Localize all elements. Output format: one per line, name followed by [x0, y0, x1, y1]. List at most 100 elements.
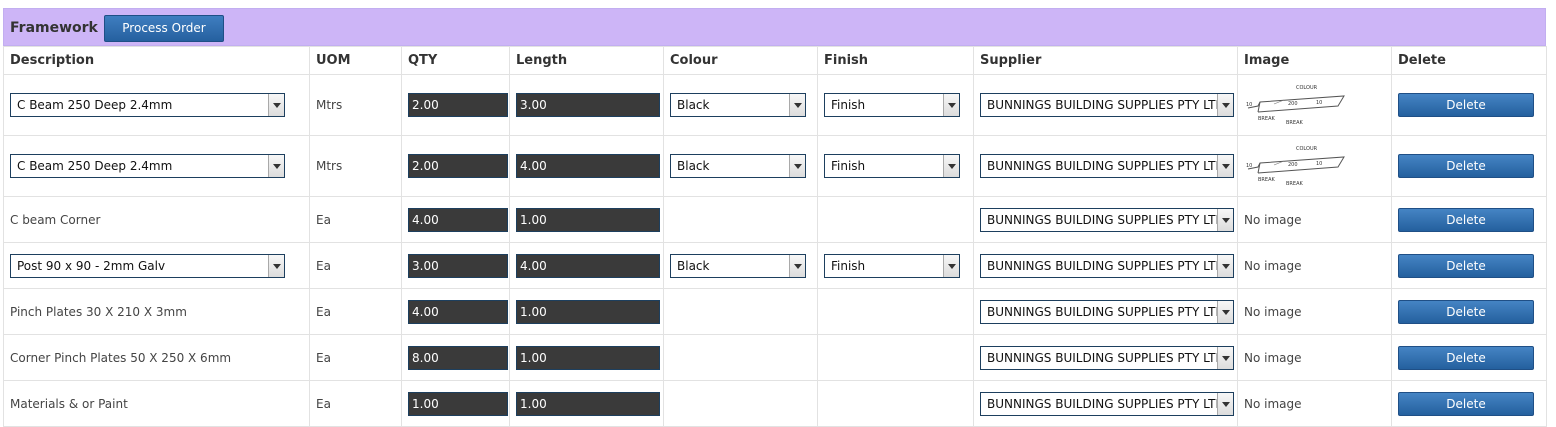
- svg-text:BREAK: BREAK: [1258, 177, 1275, 183]
- qty-input[interactable]: 4.00: [408, 207, 508, 232]
- svg-text:BREAK: BREAK: [1286, 181, 1303, 187]
- supplier-select[interactable]: BUNNINGS BUILDING SUPPLIES PTY LTD: [980, 207, 1234, 232]
- length-input[interactable]: 3.00: [516, 93, 660, 117]
- chevron-down-icon[interactable]: [943, 94, 959, 116]
- flashing-profile-image: COLOUR 200 10 10 BREAK BREAK: [1246, 146, 1345, 187]
- svg-text:BREAK: BREAK: [1258, 116, 1275, 122]
- finish-cell-empty: [817, 380, 974, 427]
- col-length: Length: [509, 46, 664, 75]
- table-row: Corner Pinch Plates 50 X 250 X 6mm Ea 8.…: [3, 334, 1547, 381]
- description-select[interactable]: C Beam 250 Deep 2.4mm: [10, 154, 285, 178]
- colour-select[interactable]: Black: [670, 154, 806, 178]
- svg-text:COLOUR: COLOUR: [1296, 146, 1318, 152]
- table-row: C Beam 250 Deep 2.4mm Mtrs 2.00 3.00 Bla…: [3, 74, 1547, 136]
- svg-text:10: 10: [1316, 100, 1322, 106]
- chevron-down-icon[interactable]: [1217, 254, 1233, 277]
- description-select[interactable]: C Beam 250 Deep 2.4mm: [10, 93, 285, 117]
- chevron-down-icon[interactable]: [1217, 392, 1233, 415]
- length-input[interactable]: 4.00: [516, 154, 660, 178]
- uom-value: Mtrs: [316, 159, 343, 173]
- finish-cell-empty: [817, 334, 974, 381]
- delete-button[interactable]: Delete: [1398, 345, 1534, 370]
- supplier-select[interactable]: BUNNINGS BUILDING SUPPLIES PTY LTD: [980, 253, 1234, 278]
- colour-select[interactable]: Black: [670, 253, 806, 278]
- delete-button[interactable]: Delete: [1398, 93, 1534, 117]
- description-text: Corner Pinch Plates 50 X 250 X 6mm: [10, 350, 232, 365]
- delete-button[interactable]: Delete: [1398, 207, 1534, 232]
- finish-select[interactable]: Finish: [824, 154, 960, 178]
- chevron-down-icon[interactable]: [1217, 346, 1233, 369]
- qty-input[interactable]: 8.00: [408, 345, 508, 370]
- qty-input[interactable]: 4.00: [408, 299, 508, 324]
- panel-title: Framework: [10, 20, 98, 36]
- length-input[interactable]: 1.00: [516, 299, 660, 324]
- chevron-down-icon[interactable]: [789, 155, 805, 177]
- chevron-down-icon[interactable]: [943, 155, 959, 177]
- qty-input[interactable]: 2.00: [408, 93, 508, 117]
- finish-cell-empty: [817, 288, 974, 335]
- description-text: Materials & or Paint: [10, 396, 128, 411]
- order-table: Description UOM QTY Length Colour Finish…: [3, 46, 1547, 427]
- svg-text:COLOUR: COLOUR: [1296, 85, 1318, 91]
- chevron-down-icon[interactable]: [268, 155, 284, 177]
- qty-input[interactable]: 2.00: [408, 154, 508, 178]
- supplier-select[interactable]: BUNNINGS BUILDING SUPPLIES PTY LTD: [980, 154, 1234, 178]
- no-image-text: No image: [1244, 212, 1302, 227]
- colour-cell-empty: [663, 196, 818, 243]
- chevron-down-icon[interactable]: [1217, 94, 1233, 116]
- chevron-down-icon[interactable]: [789, 254, 805, 277]
- chevron-down-icon[interactable]: [268, 94, 284, 116]
- process-order-button[interactable]: Process Order: [104, 15, 224, 42]
- flashing-profile-image: COLOUR 200 10 10 BREAK BREAK: [1246, 85, 1345, 126]
- no-image-text: No image: [1244, 396, 1302, 411]
- table-row: Pinch Plates 30 X 210 X 3mm Ea 4.00 1.00…: [3, 288, 1547, 335]
- chevron-down-icon[interactable]: [1217, 208, 1233, 231]
- description-text: C beam Corner: [10, 212, 101, 227]
- delete-button[interactable]: Delete: [1398, 299, 1534, 324]
- finish-select[interactable]: Finish: [824, 93, 960, 117]
- col-colour: Colour: [663, 46, 818, 75]
- col-finish: Finish: [817, 46, 974, 75]
- qty-input[interactable]: 3.00: [408, 253, 508, 278]
- panel-header: Framework Process Order: [3, 8, 1546, 46]
- no-image-text: No image: [1244, 350, 1302, 365]
- uom-value: Ea: [316, 258, 331, 273]
- delete-button[interactable]: Delete: [1398, 154, 1534, 178]
- supplier-select[interactable]: BUNNINGS BUILDING SUPPLIES PTY LTD: [980, 93, 1234, 117]
- finish-select[interactable]: Finish: [824, 253, 960, 278]
- length-input[interactable]: 4.00: [516, 253, 660, 278]
- uom-value: Ea: [316, 212, 331, 227]
- colour-select[interactable]: Black: [670, 93, 806, 117]
- table-row: C beam Corner Ea 4.00 1.00 BUNNINGS BUIL…: [3, 196, 1547, 243]
- col-qty: QTY: [401, 46, 510, 75]
- delete-button[interactable]: Delete: [1398, 253, 1534, 278]
- no-image-text: No image: [1244, 304, 1302, 319]
- table-row: C Beam 250 Deep 2.4mm Mtrs 2.00 4.00 Bla…: [3, 135, 1547, 197]
- chevron-down-icon[interactable]: [268, 254, 284, 277]
- chevron-down-icon[interactable]: [943, 254, 959, 277]
- colour-cell-empty: [663, 380, 818, 427]
- finish-cell-empty: [817, 196, 974, 243]
- col-supplier: Supplier: [973, 46, 1238, 75]
- chevron-down-icon[interactable]: [789, 94, 805, 116]
- chevron-down-icon[interactable]: [1217, 300, 1233, 323]
- uom-value: Mtrs: [316, 98, 343, 112]
- description-select[interactable]: Post 90 x 90 - 2mm Galv: [10, 253, 285, 278]
- length-input[interactable]: 1.00: [516, 207, 660, 232]
- supplier-select[interactable]: BUNNINGS BUILDING SUPPLIES PTY LTD: [980, 391, 1234, 416]
- chevron-down-icon[interactable]: [1217, 155, 1233, 177]
- svg-text:10: 10: [1246, 102, 1252, 108]
- table-row: Materials & or Paint Ea 1.00 1.00 BUNNIN…: [3, 380, 1547, 427]
- svg-text:200: 200: [1288, 101, 1298, 107]
- supplier-select[interactable]: BUNNINGS BUILDING SUPPLIES PTY LTD: [980, 345, 1234, 370]
- header-row: Description UOM QTY Length Colour Finish…: [3, 46, 1547, 75]
- length-input[interactable]: 1.00: [516, 345, 660, 370]
- no-image-text: No image: [1244, 258, 1302, 273]
- delete-button[interactable]: Delete: [1398, 391, 1534, 416]
- col-uom: UOM: [309, 46, 402, 75]
- uom-value: Ea: [316, 396, 331, 411]
- length-input[interactable]: 1.00: [516, 391, 660, 416]
- supplier-select[interactable]: BUNNINGS BUILDING SUPPLIES PTY LTD: [980, 299, 1234, 324]
- col-delete: Delete: [1391, 46, 1547, 75]
- qty-input[interactable]: 1.00: [408, 391, 508, 416]
